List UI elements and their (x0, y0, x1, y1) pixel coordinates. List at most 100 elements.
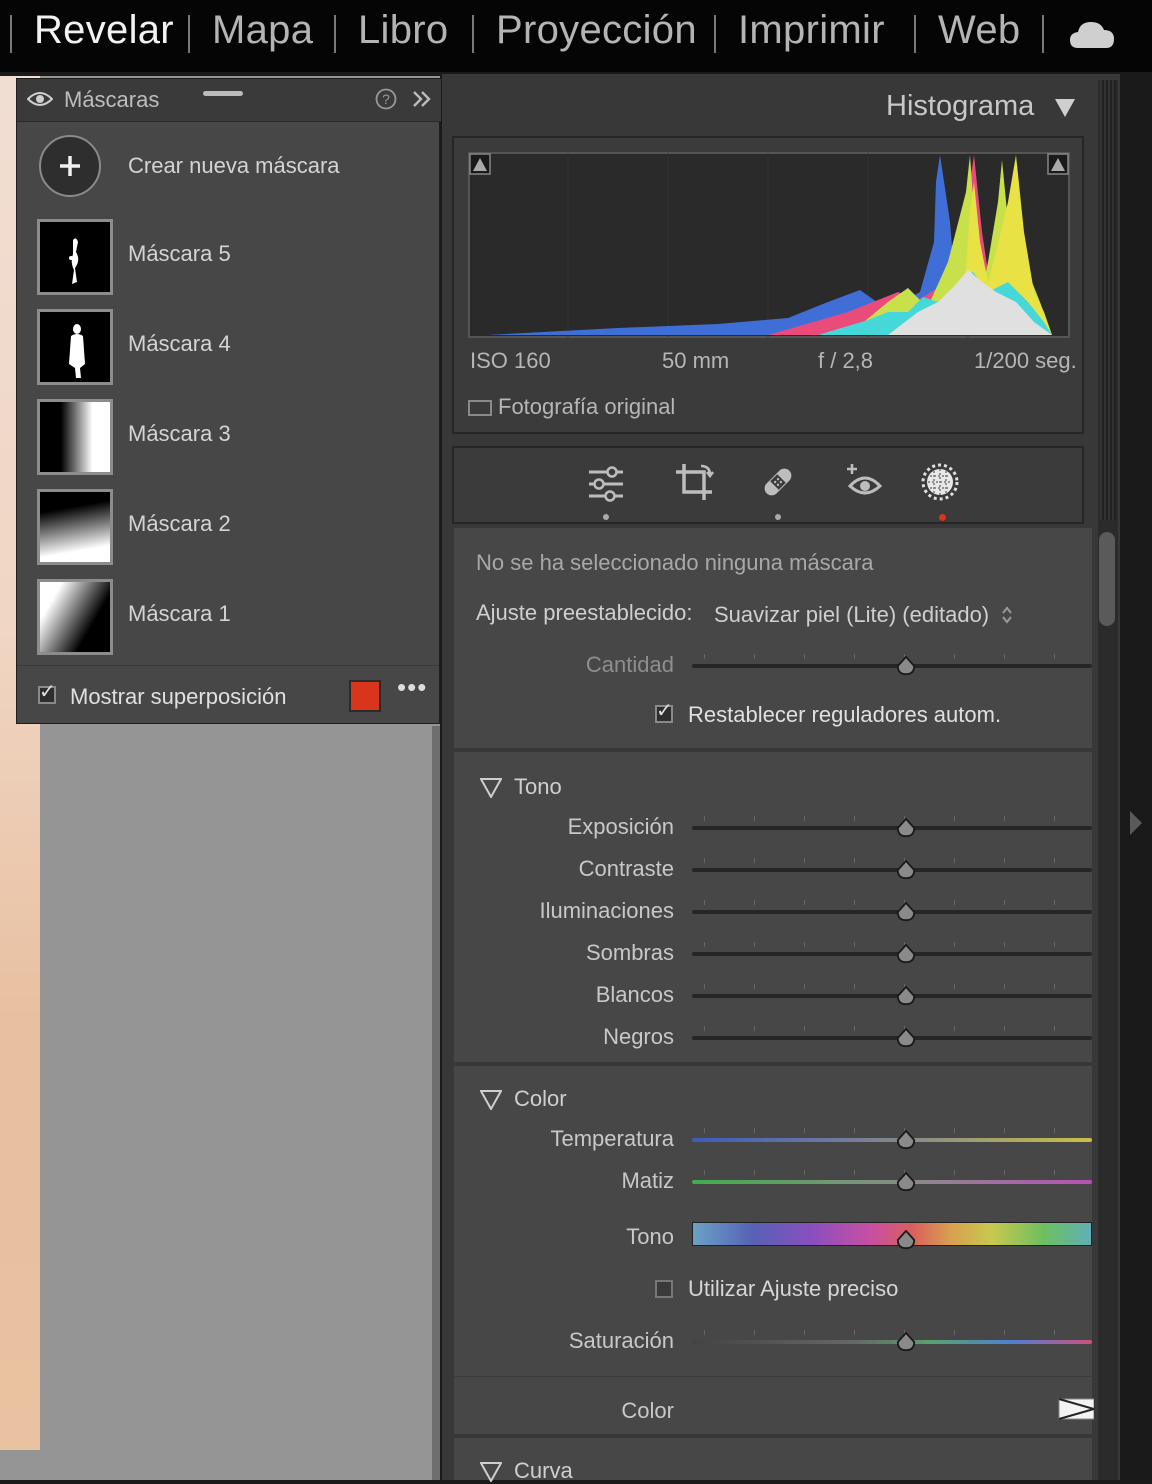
slider-tick (854, 942, 855, 947)
exposure-label: Exposición (567, 814, 674, 839)
slider-tick (1054, 858, 1055, 863)
original-photo-label[interactable]: Fotografía original (498, 394, 675, 420)
temperature-slider[interactable] (692, 1138, 1092, 1142)
highlights-slider[interactable] (692, 910, 1092, 914)
histogram-title[interactable]: Histograma (886, 90, 1034, 123)
create-mask-row[interactable]: Crear nueva máscara (17, 121, 439, 211)
red-eye-icon[interactable] (844, 462, 886, 502)
highlights-slider-thumb[interactable] (896, 902, 916, 922)
slider-tick (954, 858, 955, 863)
slider-tick (804, 900, 805, 905)
collapse-panel-icon[interactable] (411, 89, 433, 109)
slider-tick (954, 1128, 955, 1133)
overlay-color-swatch[interactable] (349, 680, 381, 712)
histogram-box: ISO 160 50 mm f / 2,8 1/200 seg. Fotogra… (452, 136, 1084, 434)
blacks-slider[interactable] (692, 1036, 1092, 1040)
mask-item[interactable]: Máscara 1 (17, 579, 439, 669)
module-web[interactable]: Web (938, 8, 1020, 53)
module-bar: Revelar Mapa Libro Proyección Imprimir W… (0, 0, 1152, 72)
module-imprimir[interactable]: Imprimir (738, 8, 885, 53)
slider-tick (704, 984, 705, 989)
mask-thumbnail (37, 219, 113, 295)
exposure-slider[interactable] (692, 826, 1092, 830)
slider-tick (1004, 1330, 1005, 1335)
slider-tick (754, 654, 755, 659)
shadows-slider[interactable] (692, 952, 1092, 956)
slider-tick (754, 858, 755, 863)
tint-slider-thumb[interactable] (896, 1172, 916, 1192)
original-photo-checkbox[interactable] (468, 400, 492, 416)
slider-tick (704, 1330, 705, 1335)
slider-tick (704, 1128, 705, 1133)
saturation-slider[interactable] (692, 1340, 1092, 1344)
cloud-icon[interactable] (1068, 18, 1116, 50)
mask-item[interactable]: Máscara 3 (17, 399, 439, 489)
drag-handle[interactable] (203, 91, 243, 96)
healing-icon[interactable] (758, 462, 798, 502)
module-separator (10, 15, 12, 53)
updown-chevron-icon[interactable] (1000, 604, 1014, 626)
hue-label: Tono (626, 1224, 674, 1249)
contrast-slider[interactable] (692, 868, 1092, 872)
tone-section-title[interactable]: Tono (514, 774, 562, 800)
module-proyeccion[interactable]: Proyección (496, 8, 697, 53)
shadows-slider-thumb[interactable] (896, 944, 916, 964)
module-libro[interactable]: Libro (358, 8, 448, 53)
amount-slider[interactable] (692, 664, 1092, 668)
fine-adjust-label[interactable]: Utilizar Ajuste preciso (688, 1276, 898, 1302)
tool-indicator-dot (775, 514, 781, 520)
whites-slider-thumb[interactable] (896, 986, 916, 1006)
section-collapse-triangle-icon[interactable] (480, 1462, 502, 1482)
slider-tick (704, 654, 705, 659)
histogram-graph[interactable] (468, 152, 1070, 338)
blacks-slider-thumb[interactable] (896, 1028, 916, 1048)
section-collapse-triangle-icon[interactable] (480, 778, 502, 798)
module-revelar[interactable]: Revelar (34, 8, 174, 53)
mask-item[interactable]: Máscara 5 (17, 219, 439, 309)
curve-section-title[interactable]: Curva (514, 1458, 573, 1484)
tint-slider[interactable] (692, 1180, 1092, 1184)
contrast-slider-thumb[interactable] (896, 860, 916, 880)
masking-icon[interactable] (920, 462, 960, 502)
mask-label: Máscara 4 (128, 331, 231, 356)
slider-tick (804, 942, 805, 947)
reset-sliders-label[interactable]: Restablecer reguladores autom. (688, 702, 1001, 728)
color-section-title[interactable]: Color (514, 1086, 567, 1112)
collapse-triangle-icon[interactable] (1054, 98, 1076, 118)
slider-tick (954, 1026, 955, 1031)
show-overlay-label[interactable]: Mostrar superposición (70, 684, 286, 710)
module-separator (914, 15, 916, 53)
preset-dropdown[interactable]: Suavizar piel (Lite) (editado) (714, 602, 989, 628)
eye-icon[interactable] (27, 90, 53, 108)
slider-tick (954, 942, 955, 947)
section-collapse-triangle-icon[interactable] (480, 1090, 502, 1110)
edit-sliders-icon[interactable] (586, 464, 626, 504)
create-mask-label[interactable]: Crear nueva máscara (128, 153, 340, 179)
mask-item[interactable]: Máscara 4 (17, 309, 439, 399)
tint-label: Matiz (621, 1168, 674, 1193)
more-options-icon[interactable]: ••• (397, 672, 427, 703)
module-mapa[interactable]: Mapa (212, 8, 313, 53)
exposure-slider-thumb[interactable] (896, 818, 916, 838)
scrollbar-thumb[interactable] (1099, 532, 1115, 626)
mask-item[interactable]: Máscara 2 (17, 489, 439, 579)
amount-slider-thumb[interactable] (896, 656, 916, 676)
slider-tick (1054, 1026, 1055, 1031)
color-section (454, 1066, 1092, 1434)
scrollbar-grip (1100, 80, 1116, 520)
slider-tick (854, 984, 855, 989)
fine-adjust-checkbox[interactable] (655, 1280, 673, 1298)
slider-tick (1054, 1330, 1055, 1335)
whites-slider[interactable] (692, 994, 1092, 998)
focal-length-value: 50 mm (662, 348, 730, 373)
slider-tick (1054, 1170, 1055, 1175)
crop-icon[interactable] (674, 462, 714, 502)
temperature-slider-thumb[interactable] (896, 1130, 916, 1150)
saturation-slider-thumb[interactable] (896, 1332, 916, 1352)
add-mask-button[interactable] (39, 135, 101, 197)
hue-slider-thumb[interactable] (896, 1230, 916, 1250)
help-icon[interactable]: ? (375, 88, 397, 110)
color-swatch-picker[interactable] (1058, 1398, 1094, 1420)
hue-slider-track[interactable] (692, 1222, 1092, 1246)
expand-right-icon[interactable] (1128, 810, 1144, 836)
